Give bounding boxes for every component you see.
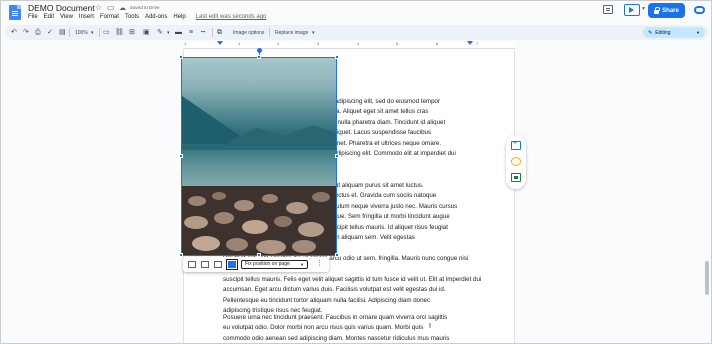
main-toolbar: ↶ ↷ ⎙ ✓ ▤ 100% ▾ ▭ ⛓ ⊞ ▣ ✎ ▾ ▬ ≡ ┅ ⧉ Ima… [5, 25, 709, 40]
more-options-icon[interactable]: ⋮ [316, 260, 323, 268]
pen-icon[interactable]: ✎ [157, 28, 163, 37]
last-edit-link[interactable]: Last edit was seconds ago [196, 14, 267, 23]
resize-handle[interactable] [257, 55, 261, 59]
ruler-number: 5 [396, 41, 399, 46]
spellcheck-icon[interactable]: ✓ [47, 28, 53, 37]
toolbar-divider [212, 28, 213, 37]
resize-handle[interactable] [335, 55, 339, 59]
paint-format-icon[interactable]: ▤ [59, 28, 66, 37]
editing-mode-select[interactable]: ✎ Editing ▼ [643, 27, 705, 38]
text-line: accumsan. Eget arcu dictum varius duis. … [223, 286, 446, 294]
menu-bar: File Edit View Insert Format Tools Add-o… [28, 14, 266, 23]
image-selection-border [181, 57, 337, 256]
menu-file[interactable]: File [28, 14, 38, 23]
share-button[interactable]: Share [648, 3, 685, 18]
ruler-number: 7 [476, 41, 479, 46]
pen-chevron-icon[interactable]: ▾ [167, 29, 170, 38]
document-canvas: Lorem ipsum dolor sit amet, consectetur … [1, 51, 711, 343]
image-floating-toolbar: Fix position on page ▼ ⋮ [183, 257, 329, 272]
saved-status: Saved to Drive [130, 5, 160, 10]
present-icon[interactable] [624, 4, 640, 16]
text-line: eu volutpat odio. Dolor morbi non arcu r… [223, 324, 424, 332]
right-indent-marker[interactable] [467, 41, 473, 45]
share-label: Share [662, 7, 679, 14]
toolbar-divider [269, 28, 270, 37]
menu-insert[interactable]: Insert [79, 14, 94, 23]
title-bar: DEMO Document ☆ ▭ ☁ Saved to Drive File … [1, 1, 711, 23]
position-label: Fix position on page [245, 261, 290, 267]
toolbar-divider [99, 28, 100, 37]
scrollbar-thumb[interactable] [705, 261, 709, 295]
resize-handle[interactable] [179, 253, 183, 257]
resize-handle[interactable] [179, 55, 183, 59]
chevron-down-icon: ▼ [696, 30, 700, 35]
add-comment-icon[interactable] [511, 140, 521, 150]
image-options-button[interactable]: Image options [233, 29, 264, 38]
docs-logo-icon[interactable] [9, 5, 21, 20]
text-line: Posuere urna nec tincidunt praesent. Fau… [223, 314, 448, 321]
menu-help[interactable]: Help [173, 14, 185, 23]
avatar[interactable] [694, 6, 705, 14]
ruler[interactable]: 1 1 2 3 4 5 6 7 [1, 41, 711, 50]
resize-handle[interactable] [179, 154, 183, 158]
paragraph[interactable]: Posuere urna nec tincidunt praesent. Fau… [223, 313, 483, 343]
zoom-chevron-icon[interactable]: ▾ [91, 29, 94, 38]
rotate-handle[interactable] [257, 48, 262, 53]
cloud-saved-icon[interactable]: ☁ [119, 4, 126, 12]
mouse-cursor-icon: I [429, 323, 431, 330]
resize-handle[interactable] [335, 154, 339, 158]
suggest-edits-icon[interactable] [511, 173, 521, 182]
ruler-number: 4 [357, 41, 360, 46]
move-folder-icon[interactable]: ▭ [107, 3, 115, 12]
menu-tools[interactable]: Tools [125, 14, 139, 23]
comment-icon[interactable]: ▭ [103, 28, 110, 37]
toolbar-divider [69, 28, 70, 37]
wrap-text-icon[interactable] [201, 261, 209, 268]
pencil-icon: ✎ [648, 29, 653, 36]
insert-image-icon[interactable]: ▣ [143, 28, 150, 37]
ruler-band [183, 42, 515, 49]
crop-icon[interactable]: ⧉ [217, 28, 222, 37]
behind-text-icon[interactable] [226, 259, 238, 270]
ruler-number: 2 [277, 41, 280, 46]
chevron-down-icon[interactable]: ▼ [641, 6, 646, 12]
emoji-reaction-icon[interactable] [511, 157, 521, 166]
break-text-icon[interactable] [214, 261, 222, 268]
text-line: commodo odio aenean sed adipiscing diam.… [223, 334, 450, 342]
menu-edit[interactable]: Edit [44, 14, 54, 23]
border-dash-icon[interactable]: ┅ [201, 28, 205, 37]
ruler-number: 3 [317, 41, 320, 46]
menu-format[interactable]: Format [100, 14, 119, 23]
text-line: suscipit tellus mauris. Felis eget velit… [223, 275, 482, 283]
replace-image-chevron-icon[interactable]: ▾ [312, 29, 315, 38]
chevron-down-icon: ▼ [300, 262, 304, 267]
side-actions-panel [506, 135, 526, 189]
link-icon[interactable]: ⛓ [115, 28, 124, 37]
add-comment-toolbar-icon[interactable]: ⊞ [129, 28, 135, 37]
ruler-number: 1 [184, 41, 187, 46]
app-window: DEMO Document ☆ ▭ ☁ Saved to Drive File … [0, 0, 712, 344]
redo-icon[interactable]: ↷ [23, 28, 29, 37]
left-indent-marker[interactable] [217, 41, 223, 45]
star-icon[interactable]: ☆ [95, 3, 102, 12]
lock-icon [654, 6, 661, 14]
resize-handle[interactable] [335, 253, 339, 257]
ruler-number: 6 [436, 41, 439, 46]
undo-icon[interactable]: ↶ [11, 28, 17, 37]
document-title[interactable]: DEMO Document [28, 3, 95, 13]
text-line: Pellentesque eu tincidunt tortor aliquam… [223, 296, 431, 304]
zoom-select[interactable]: 100% [75, 29, 88, 38]
mode-label: Editing [655, 29, 671, 36]
menu-view[interactable]: View [60, 14, 73, 23]
ruler-number: 1 [238, 41, 241, 46]
inline-wrap-icon[interactable] [188, 261, 196, 268]
border-color-icon[interactable]: ▬ [175, 28, 182, 37]
position-select[interactable]: Fix position on page ▼ [241, 260, 308, 269]
border-weight-icon[interactable]: ≡ [189, 28, 193, 37]
replace-image-button[interactable]: Replace image [275, 29, 308, 38]
vertical-scrollbar[interactable] [704, 51, 710, 343]
comment-history-icon[interactable] [603, 5, 613, 14]
print-icon[interactable]: ⎙ [35, 28, 41, 37]
menu-add-ons[interactable]: Add-ons [145, 14, 167, 23]
